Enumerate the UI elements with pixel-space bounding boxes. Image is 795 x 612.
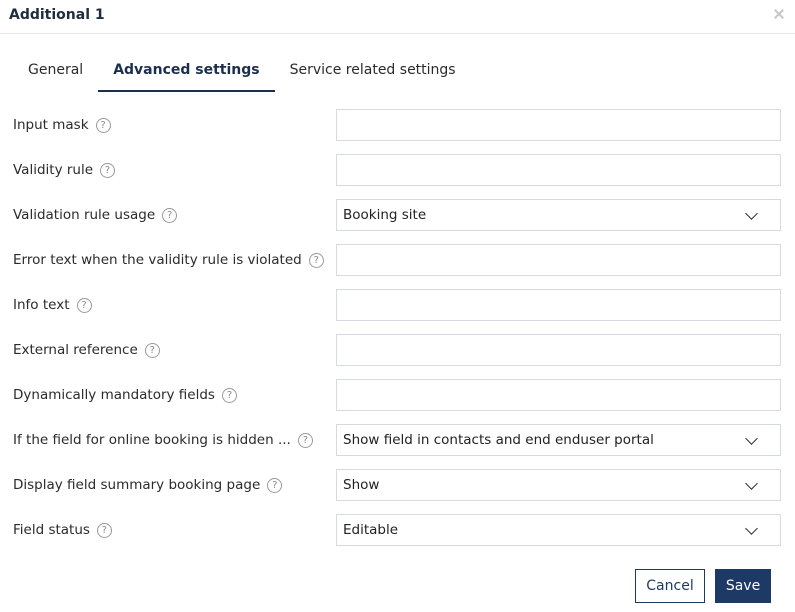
help-icon[interactable]: ?: [297, 432, 313, 448]
close-icon[interactable]: [773, 8, 785, 20]
field-status-value: Editable: [343, 522, 399, 538]
tab-advanced-settings[interactable]: Advanced settings: [98, 51, 275, 92]
input-mask-label: Input mask: [13, 117, 89, 133]
save-button[interactable]: Save: [715, 569, 771, 603]
help-icon[interactable]: ?: [144, 342, 160, 358]
help-icon[interactable]: ?: [76, 297, 92, 313]
chevron-down-icon: [745, 522, 758, 535]
error-text-field[interactable]: [336, 244, 781, 276]
help-icon[interactable]: ?: [100, 162, 116, 178]
help-icon[interactable]: ?: [308, 252, 324, 268]
dynamically-mandatory-fields-input[interactable]: [337, 380, 780, 410]
display-field-summary-value: Show: [343, 477, 380, 493]
form-row-external-reference: External reference ?: [0, 334, 795, 366]
tab-bar: General Advanced settings Service relate…: [13, 51, 471, 92]
chevron-down-icon: [745, 477, 758, 490]
dialog-header: Additional 1: [0, 0, 795, 34]
validity-rule-field[interactable]: [336, 154, 781, 186]
cancel-button[interactable]: Cancel: [635, 569, 705, 603]
form-row-validity-rule: Validity rule ?: [0, 154, 795, 186]
field-status-label: Field status: [13, 522, 90, 538]
hidden-field-behavior-value: Show field in contacts and end enduser p…: [343, 432, 654, 448]
form-row-dynamically-mandatory-fields: Dynamically mandatory fields ?: [0, 379, 795, 411]
field-status-select[interactable]: Editable: [336, 514, 781, 546]
tab-service-related-settings[interactable]: Service related settings: [275, 51, 471, 92]
form-row-validation-rule-usage: Validation rule usage ? Booking site: [0, 199, 795, 231]
tab-general[interactable]: General: [13, 51, 98, 92]
form-row-info-text: Info text ?: [0, 289, 795, 321]
dynamically-mandatory-fields-label: Dynamically mandatory fields: [13, 387, 215, 403]
display-field-summary-label: Display field summary booking page: [13, 477, 261, 493]
hidden-field-behavior-label: If the field for online booking is hidde…: [13, 432, 291, 448]
input-mask-field[interactable]: [336, 109, 781, 141]
validity-rule-label: Validity rule: [13, 162, 94, 178]
validation-rule-usage-label: Validation rule usage: [13, 207, 156, 223]
chevron-down-icon: [745, 432, 758, 445]
validation-rule-usage-select[interactable]: Booking site: [336, 199, 781, 231]
form-row-error-text: Error text when the validity rule is vio…: [0, 244, 795, 276]
input-mask-input[interactable]: [337, 110, 780, 140]
dynamically-mandatory-fields-field[interactable]: [336, 379, 781, 411]
help-icon[interactable]: ?: [95, 117, 111, 133]
help-icon[interactable]: ?: [96, 522, 112, 538]
help-icon[interactable]: ?: [221, 387, 237, 403]
form-row-hidden-field-behavior: If the field for online booking is hidde…: [0, 424, 795, 456]
help-icon[interactable]: ?: [267, 477, 283, 493]
form-row-input-mask: Input mask ?: [0, 109, 795, 141]
dialog: Additional 1 General Advanced settings S…: [0, 0, 795, 612]
validation-rule-usage-value: Booking site: [343, 207, 427, 223]
external-reference-field[interactable]: [336, 334, 781, 366]
info-text-input[interactable]: [337, 290, 780, 320]
form-row-display-field-summary: Display field summary booking page ? Sho…: [0, 469, 795, 501]
info-text-label: Info text: [13, 297, 70, 313]
external-reference-label: External reference: [13, 342, 138, 358]
display-field-summary-select[interactable]: Show: [336, 469, 781, 501]
error-text-input[interactable]: [337, 245, 780, 275]
validity-rule-input[interactable]: [337, 155, 780, 185]
error-text-label: Error text when the validity rule is vio…: [13, 252, 302, 268]
hidden-field-behavior-select[interactable]: Show field in contacts and end enduser p…: [336, 424, 781, 456]
help-icon[interactable]: ?: [162, 207, 178, 223]
chevron-down-icon: [745, 207, 758, 220]
info-text-field[interactable]: [336, 289, 781, 321]
external-reference-input[interactable]: [337, 335, 780, 365]
form-row-field-status: Field status ? Editable: [0, 514, 795, 546]
dialog-title: Additional 1: [9, 7, 105, 23]
